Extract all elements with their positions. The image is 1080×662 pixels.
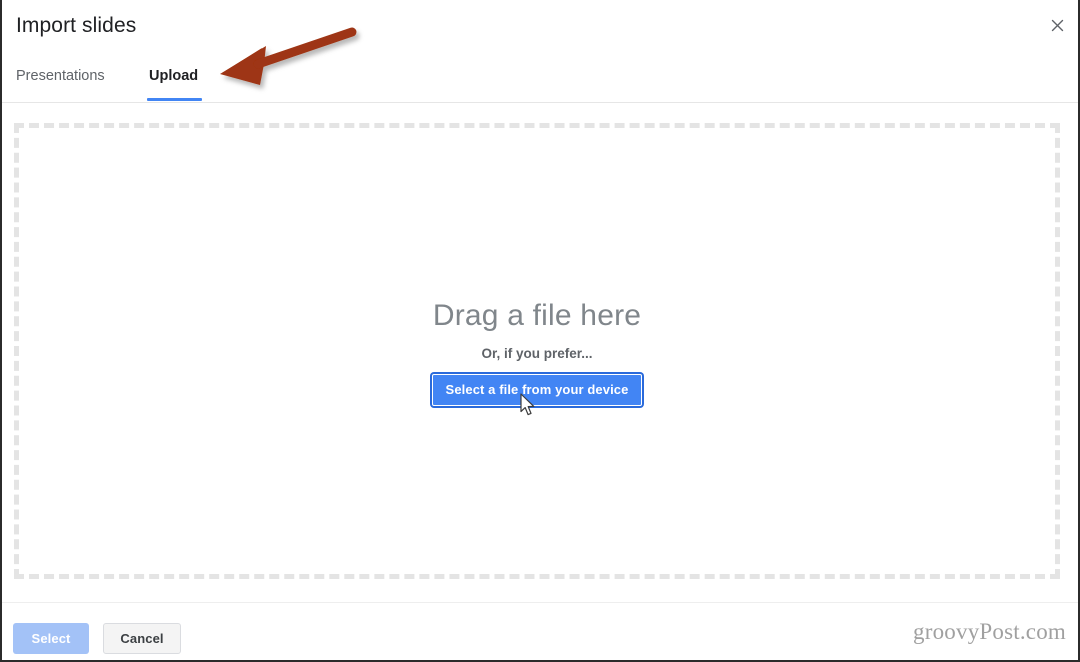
close-icon[interactable] bbox=[1044, 12, 1070, 38]
select-button[interactable]: Select bbox=[13, 623, 89, 654]
tab-active-indicator bbox=[147, 98, 202, 101]
dropzone-subtext: Or, if you prefer... bbox=[481, 346, 593, 361]
close-icon-glyph bbox=[1051, 19, 1063, 31]
import-slides-dialog: Import slides Presentations Upload Drag … bbox=[0, 0, 1080, 662]
page-title: Import slides bbox=[16, 14, 137, 37]
dropzone-content: Drag a file here Or, if you prefer... Se… bbox=[19, 298, 1055, 406]
file-dropzone[interactable]: Drag a file here Or, if you prefer... Se… bbox=[14, 123, 1060, 579]
tab-bar: Presentations Upload bbox=[2, 60, 1078, 103]
tab-presentations[interactable]: Presentations bbox=[16, 66, 105, 86]
site-watermark: groovyPost.com bbox=[913, 619, 1066, 644]
select-file-from-device-button[interactable]: Select a file from your device bbox=[431, 374, 643, 406]
dropzone-headline: Drag a file here bbox=[432, 299, 642, 332]
tab-upload[interactable]: Upload bbox=[149, 66, 198, 86]
header-divider bbox=[2, 102, 1078, 103]
cancel-button[interactable]: Cancel bbox=[103, 623, 181, 654]
